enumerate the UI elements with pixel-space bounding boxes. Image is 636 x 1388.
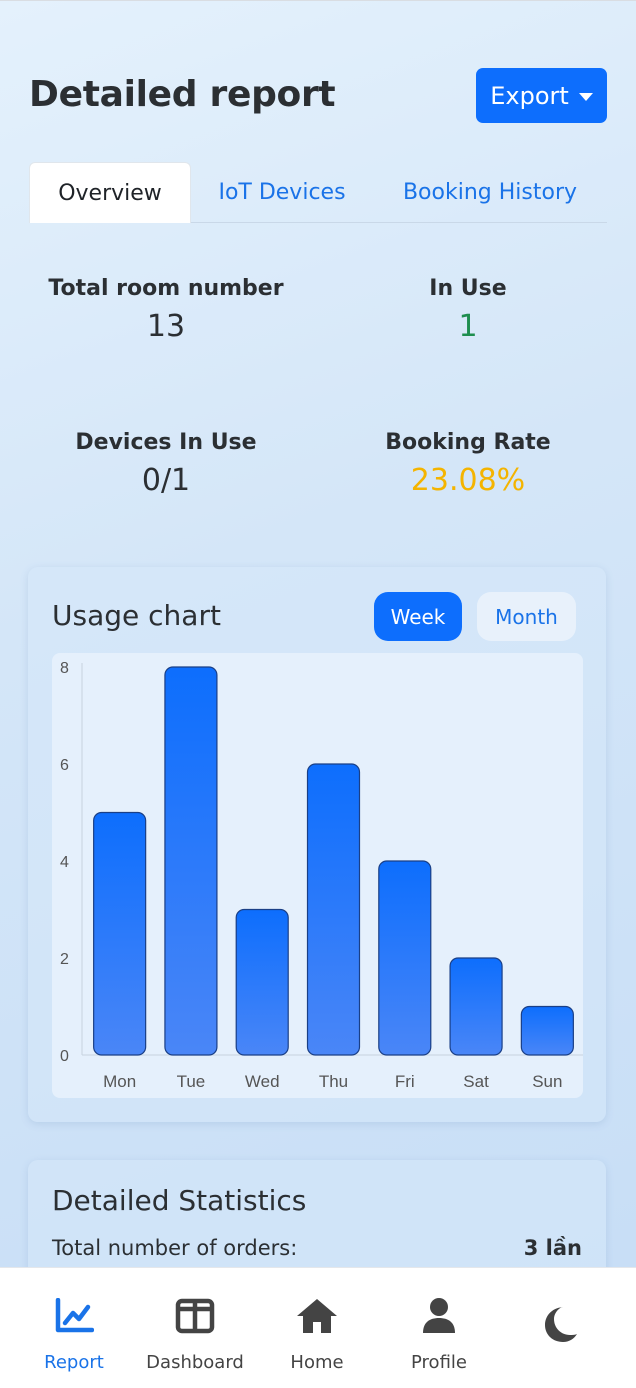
- tab-booking-history[interactable]: Booking History: [393, 162, 587, 222]
- nav-item-profile[interactable]: Profile: [379, 1294, 499, 1373]
- stat-value: 0/1: [141, 463, 191, 498]
- x-tick-label: Tue: [177, 1072, 206, 1091]
- stat-label: Devices In Use: [75, 430, 257, 455]
- y-tick-label: 4: [60, 854, 69, 871]
- nav-item-home[interactable]: Home: [257, 1294, 377, 1373]
- chart-line-icon: [14, 1294, 134, 1338]
- usage-bar-chart: 0 2 4 6 8 Mon Tue Wed Thu Fri Sat Sun: [52, 653, 583, 1098]
- user-icon: [379, 1294, 499, 1338]
- export-label: Export: [490, 81, 569, 110]
- stat-booking-rate: Booking Rate 23.08%: [338, 430, 598, 498]
- x-tick-label: Mon: [103, 1072, 136, 1091]
- nav-label: Report: [44, 1352, 104, 1373]
- top-divider: [0, 0, 636, 1]
- nav-item-report[interactable]: Report: [14, 1294, 134, 1373]
- moon-icon: [500, 1302, 620, 1346]
- bottom-navigation: Report Dashboard Home Profile: [0, 1267, 636, 1388]
- y-tick-label: 0: [60, 1048, 69, 1065]
- bar-fri: [378, 860, 432, 1056]
- tab-overview[interactable]: Overview: [29, 162, 191, 223]
- total-orders-label: Total number of orders:: [52, 1236, 298, 1260]
- y-tick-label: 8: [60, 660, 69, 677]
- bar-thu: [306, 763, 361, 1056]
- x-tick-label: Thu: [319, 1072, 348, 1091]
- week-toggle-button[interactable]: Week: [374, 592, 462, 641]
- stat-in-use: In Use 1: [338, 276, 598, 344]
- tab-iot-devices[interactable]: IoT Devices: [201, 162, 363, 222]
- stat-total-rooms: Total room number 13: [36, 276, 296, 344]
- page-title: Detailed report: [29, 74, 336, 115]
- stat-label: In Use: [429, 276, 507, 301]
- bar-mon: [93, 811, 147, 1056]
- y-tick-label: 6: [60, 757, 69, 774]
- stat-devices-in-use: Devices In Use 0/1: [36, 430, 296, 498]
- detailed-statistics-title: Detailed Statistics: [52, 1184, 307, 1217]
- theme-toggle[interactable]: [500, 1302, 620, 1346]
- usage-chart-title: Usage chart: [52, 599, 221, 632]
- stat-value: 13: [146, 309, 186, 344]
- nav-label: Profile: [411, 1352, 467, 1373]
- stat-label: Booking Rate: [385, 430, 551, 455]
- export-button[interactable]: Export: [476, 68, 607, 123]
- home-icon: [257, 1294, 377, 1338]
- month-toggle-button[interactable]: Month: [477, 592, 576, 641]
- bar-wed: [235, 908, 289, 1056]
- caret-down-icon: [578, 92, 593, 101]
- chart-svg: 0 2 4 6 8 Mon Tue Wed Thu Fri Sat Sun: [60, 660, 583, 1091]
- total-orders-value: 3 lần: [523, 1236, 582, 1260]
- usage-chart-card: Usage chart Week Month 0 2 4 6 8 Mon Tue Wed Thu…: [28, 567, 606, 1122]
- stat-value: 23.08%: [410, 463, 526, 498]
- stat-label: Total room number: [48, 276, 284, 301]
- bar-tue: [164, 666, 218, 1056]
- dashboard-columns-icon: [135, 1294, 255, 1338]
- y-tick-label: 2: [60, 951, 69, 968]
- report-tabs: Overview IoT Devices Booking History: [29, 162, 607, 223]
- x-tick-label: Sat: [463, 1072, 489, 1091]
- nav-label: Dashboard: [146, 1352, 244, 1373]
- nav-label: Home: [290, 1352, 344, 1373]
- bar-sat: [449, 957, 503, 1056]
- nav-item-dashboard[interactable]: Dashboard: [135, 1294, 255, 1373]
- x-tick-label: Sun: [532, 1072, 562, 1091]
- x-tick-label: Wed: [245, 1072, 280, 1091]
- stat-value: 1: [458, 309, 478, 344]
- x-tick-label: Fri: [395, 1072, 415, 1091]
- bar-sun: [520, 1005, 574, 1056]
